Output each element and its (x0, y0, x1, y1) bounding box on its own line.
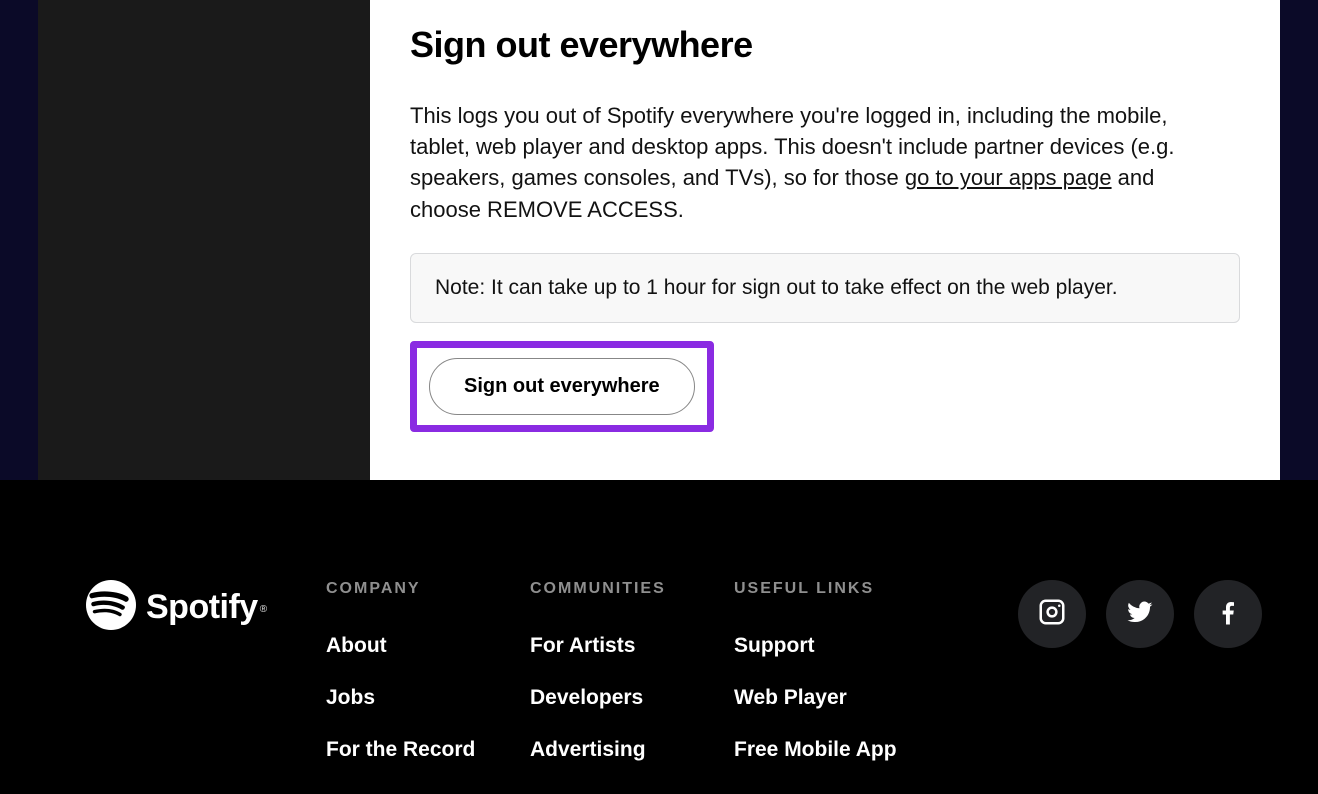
instagram-button[interactable] (1018, 580, 1086, 648)
footer-link-about[interactable]: About (326, 634, 526, 658)
footer-link-advertising[interactable]: Advertising (530, 738, 730, 762)
footer-link-support[interactable]: Support (734, 634, 934, 658)
footer-col-company: COMPANY About Jobs For the Record (326, 580, 526, 790)
note-box: Note: It can take up to 1 hour for sign … (410, 253, 1240, 323)
note-text: Note: It can take up to 1 hour for sign … (435, 276, 1118, 299)
footer-link-webplayer[interactable]: Web Player (734, 686, 934, 710)
signout-description: This logs you out of Spotify everywhere … (410, 100, 1230, 225)
footer-link-jobs[interactable]: Jobs (326, 686, 526, 710)
left-sidebar (38, 0, 370, 480)
footer-social (1018, 580, 1262, 648)
footer-col-communities-title: COMMUNITIES (530, 580, 730, 598)
annotation-highlight: Sign out everywhere (410, 341, 714, 432)
sign-out-everywhere-button[interactable]: Sign out everywhere (429, 358, 695, 415)
apps-page-link[interactable]: go to your apps page (905, 165, 1112, 190)
main-content: Sign out everywhere This logs you out of… (370, 0, 1280, 480)
twitter-icon (1125, 597, 1155, 632)
footer-brand-tm: ® (260, 604, 267, 615)
outer-frame-right (1280, 0, 1318, 480)
facebook-icon (1213, 597, 1243, 632)
footer-link-artists[interactable]: For Artists (530, 634, 730, 658)
twitter-button[interactable] (1106, 580, 1174, 648)
outer-frame-left (0, 0, 38, 480)
page-title: Sign out everywhere (410, 24, 1240, 66)
footer-brand-name: Spotify (146, 588, 258, 626)
footer-logo[interactable]: Spotify® (86, 580, 286, 635)
instagram-icon (1037, 597, 1067, 632)
footer-col-company-title: COMPANY (326, 580, 526, 598)
page-footer: Spotify® COMPANY About Jobs For the Reco… (0, 480, 1318, 794)
footer-link-record[interactable]: For the Record (326, 738, 526, 762)
facebook-button[interactable] (1194, 580, 1262, 648)
footer-col-communities: COMMUNITIES For Artists Developers Adver… (530, 580, 730, 790)
footer-link-developers[interactable]: Developers (530, 686, 730, 710)
footer-col-useful: USEFUL LINKS Support Web Player Free Mob… (734, 580, 934, 790)
footer-col-useful-title: USEFUL LINKS (734, 580, 934, 598)
spotify-icon (86, 580, 136, 635)
footer-link-mobileapp[interactable]: Free Mobile App (734, 738, 934, 762)
